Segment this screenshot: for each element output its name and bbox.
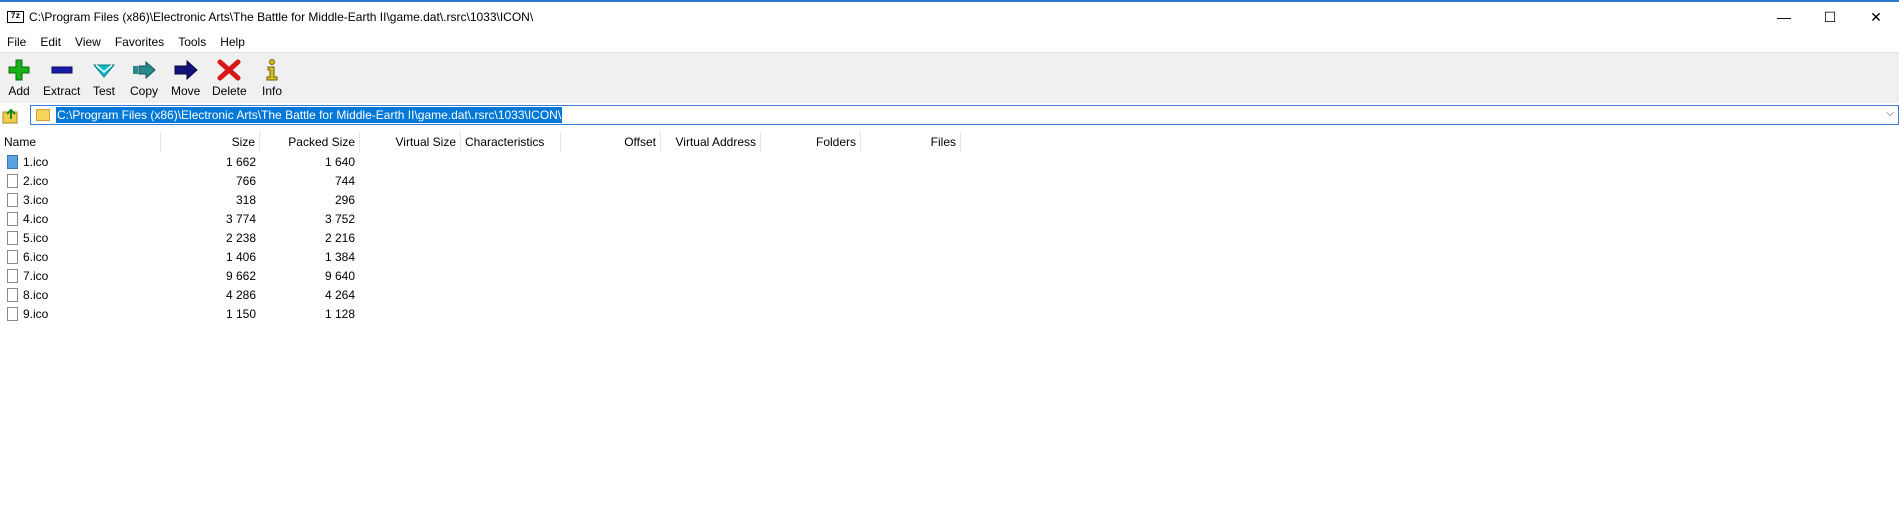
7zip-app-icon: 7z: [7, 11, 24, 23]
toolbar: Add Extract Test Copy Move Delete Info: [0, 52, 1899, 103]
up-folder-icon[interactable]: [2, 107, 20, 125]
test-icon: [92, 64, 116, 78]
file-size: 4 286: [225, 288, 256, 302]
info-button[interactable]: Info: [259, 55, 285, 101]
file-packed-size: 9 640: [324, 269, 355, 283]
file-name: 6.ico: [23, 250, 49, 264]
file-list: 1.ico 1 662 1 640 2.ico 766 744 3.ico 31…: [0, 153, 1899, 324]
copy-icon: [133, 60, 156, 80]
minimize-button[interactable]: —: [1761, 2, 1807, 32]
file-row[interactable]: 8.ico 4 286 4 264: [0, 286, 1899, 305]
file-row[interactable]: 3.ico 318 296: [0, 191, 1899, 210]
menu-edit[interactable]: Edit: [33, 35, 68, 49]
file-row[interactable]: 2.ico 766 744: [0, 172, 1899, 191]
add-icon: [8, 59, 30, 81]
menu-favorites[interactable]: Favorites: [108, 35, 171, 49]
column-characteristics[interactable]: Characteristics: [461, 132, 561, 152]
file-name: 3.ico: [23, 193, 49, 207]
file-name: 4.ico: [23, 212, 49, 226]
add-label: Add: [8, 84, 30, 98]
column-virtual-address[interactable]: Virtual Address: [661, 132, 761, 152]
file-icon: [7, 231, 18, 245]
file-row[interactable]: 5.ico 2 238 2 216: [0, 229, 1899, 248]
address-input[interactable]: C:\Program Files (x86)\Electronic Arts\T…: [30, 105, 1899, 125]
column-offset[interactable]: Offset: [561, 132, 661, 152]
column-size[interactable]: Size: [161, 132, 260, 152]
menu-tools[interactable]: Tools: [171, 35, 213, 49]
file-packed-size: 3 752: [324, 212, 355, 226]
file-icon: [7, 250, 18, 264]
copy-label: Copy: [130, 84, 159, 98]
menu-file[interactable]: File: [0, 35, 33, 49]
file-name: 1.ico: [23, 155, 49, 169]
file-size: 1 150: [225, 307, 256, 321]
file-size: 766: [235, 174, 256, 188]
info-label: Info: [261, 84, 282, 98]
delete-icon: [217, 59, 241, 81]
maximize-button[interactable]: ☐: [1807, 2, 1853, 32]
file-size: 3 774: [225, 212, 256, 226]
file-size: 2 238: [225, 231, 256, 245]
file-icon: [7, 193, 18, 207]
file-name: 8.ico: [23, 288, 49, 302]
test-label: Test: [92, 84, 115, 98]
file-packed-size: 1 128: [324, 307, 355, 321]
move-label: Move: [171, 84, 201, 98]
file-row[interactable]: 7.ico 9 662 9 640: [0, 267, 1899, 286]
move-icon: [174, 59, 198, 81]
file-name: 9.ico: [23, 307, 49, 321]
file-packed-size: 296: [334, 193, 355, 207]
file-size: 318: [235, 193, 256, 207]
delete-label: Delete: [212, 84, 247, 98]
file-icon: [7, 269, 18, 283]
menu-bar: File Edit View Favorites Tools Help: [0, 32, 1899, 52]
title-bar[interactable]: 7z C:\Program Files (x86)\Electronic Art…: [0, 2, 1899, 32]
copy-button[interactable]: Copy: [130, 55, 158, 101]
file-packed-size: 1 640: [324, 155, 355, 169]
file-packed-size: 744: [334, 174, 355, 188]
move-button[interactable]: Move: [171, 55, 200, 101]
file-size: 1 662: [225, 155, 256, 169]
file-name: 5.ico: [23, 231, 49, 245]
add-button[interactable]: Add: [6, 55, 32, 101]
file-icon: [7, 174, 18, 188]
file-row[interactable]: 1.ico 1 662 1 640: [0, 153, 1899, 172]
extract-button[interactable]: Extract: [43, 55, 80, 101]
file-packed-size: 1 384: [324, 250, 355, 264]
file-size: 9 662: [225, 269, 256, 283]
address-path[interactable]: C:\Program Files (x86)\Electronic Arts\T…: [56, 107, 563, 123]
file-row[interactable]: 9.ico 1 150 1 128: [0, 305, 1899, 324]
file-size: 1 406: [225, 250, 256, 264]
menu-help[interactable]: Help: [213, 35, 252, 49]
column-files[interactable]: Files: [861, 132, 961, 152]
address-bar: C:\Program Files (x86)\Electronic Arts\T…: [0, 104, 1899, 126]
folder-icon: [36, 109, 50, 121]
test-button[interactable]: Test: [91, 55, 117, 101]
column-packed-size[interactable]: Packed Size: [260, 132, 360, 152]
file-icon: [7, 212, 18, 226]
file-packed-size: 2 216: [324, 231, 355, 245]
column-virtual-size[interactable]: Virtual Size: [360, 132, 461, 152]
menu-view[interactable]: View: [68, 35, 108, 49]
column-name[interactable]: Name: [0, 132, 161, 152]
file-row[interactable]: 4.ico 3 774 3 752: [0, 210, 1899, 229]
file-name: 7.ico: [23, 269, 49, 283]
delete-button[interactable]: Delete: [212, 55, 247, 101]
info-icon: [266, 59, 278, 81]
file-packed-size: 4 264: [324, 288, 355, 302]
column-header: Name Size Packed Size Virtual Size Chara…: [0, 132, 1899, 152]
close-button[interactable]: ✕: [1853, 2, 1899, 32]
address-dropdown-icon[interactable]: ⌵: [1886, 108, 1894, 119]
file-row[interactable]: 6.ico 1 406 1 384: [0, 248, 1899, 267]
file-icon: [7, 288, 18, 302]
column-folders[interactable]: Folders: [761, 132, 861, 152]
window-title: C:\Program Files (x86)\Electronic Arts\T…: [29, 10, 534, 24]
extract-icon: [51, 66, 73, 74]
file-icon: [7, 307, 18, 321]
file-icon: [7, 155, 18, 169]
file-name: 2.ico: [23, 174, 49, 188]
extract-label: Extract: [43, 84, 81, 98]
window-controls: — ☐ ✕: [1761, 2, 1899, 32]
